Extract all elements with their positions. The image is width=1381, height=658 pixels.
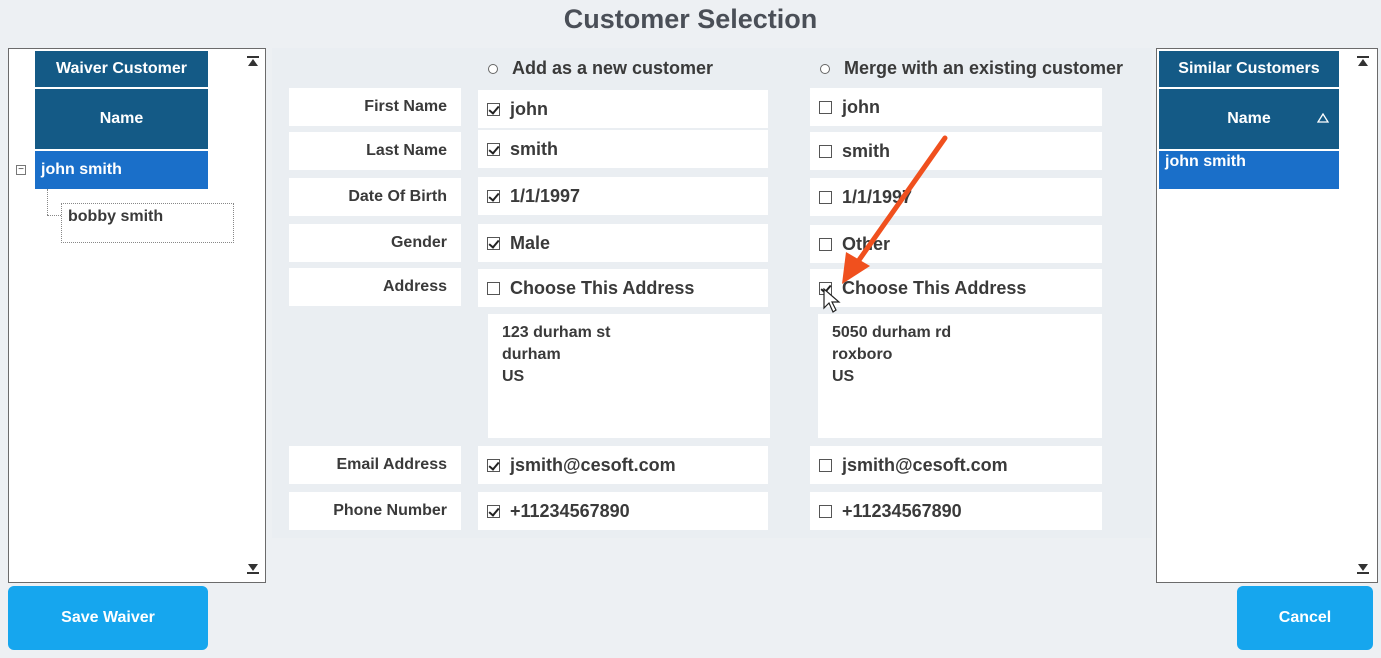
similar-name-column-header[interactable]: Name: [1159, 89, 1339, 149]
scroll-down-icon: [247, 564, 259, 574]
similar-customers-panel: Similar Customers Name john smith: [1156, 48, 1378, 583]
new-address-choose-row[interactable]: Choose This Address: [478, 269, 768, 307]
merge-existing-radio[interactable]: [820, 63, 830, 74]
existing-address-line2: roxboro: [832, 346, 893, 363]
existing-email-row[interactable]: jsmith@cesoft.com: [810, 446, 1102, 484]
email-label: Email Address: [289, 446, 461, 484]
new-first-name-value: john: [510, 98, 548, 119]
new-gender-row[interactable]: Male: [478, 224, 768, 262]
waiver-customer-child-row[interactable]: bobby smith: [61, 203, 234, 243]
new-email-checkbox[interactable]: [487, 458, 500, 472]
scroll-up-icon: [247, 56, 259, 66]
cancel-button[interactable]: Cancel: [1237, 586, 1373, 650]
merge-existing-customer-option[interactable]: Merge with an existing customer: [820, 58, 1123, 79]
new-address-line3: US: [502, 368, 525, 385]
existing-address-line3: US: [832, 368, 855, 385]
phone-label: Phone Number: [289, 492, 461, 530]
merge-form: Add as a new customer Merge with an exis…: [272, 48, 1152, 538]
add-new-customer-option[interactable]: Add as a new customer: [488, 58, 713, 79]
existing-email-value: jsmith@cesoft.com: [842, 454, 1008, 475]
new-first-name-checkbox[interactable]: [487, 102, 500, 116]
tree-connector: [47, 189, 48, 215]
tree-connector: [47, 215, 61, 216]
new-phone-checkbox[interactable]: [487, 504, 500, 518]
existing-address-line1: 5050 durham rd: [832, 324, 952, 341]
existing-email-checkbox[interactable]: [819, 458, 832, 472]
waiver-customer-row-selected[interactable]: john smith: [35, 151, 208, 189]
new-last-name-checkbox[interactable]: [487, 142, 500, 156]
existing-first-name-checkbox[interactable]: [819, 100, 832, 114]
new-email-row[interactable]: jsmith@cesoft.com: [478, 446, 768, 484]
existing-first-name-row[interactable]: john: [810, 88, 1102, 126]
save-waiver-button[interactable]: Save Waiver: [8, 586, 208, 650]
annotation-arrow-icon: [842, 135, 948, 284]
similar-customer-row-selected[interactable]: john smith: [1159, 151, 1339, 189]
first-name-label: First Name: [289, 88, 461, 126]
scroll-down-button[interactable]: [1356, 561, 1370, 575]
sort-ascending-icon: [1317, 113, 1329, 123]
existing-phone-row[interactable]: +11234567890: [810, 492, 1102, 530]
gender-label: Gender: [289, 224, 461, 262]
new-address-line2: durham: [502, 346, 561, 363]
similar-customers-header: Similar Customers: [1159, 51, 1339, 87]
waiver-customer-panel: Waiver Customer Name − john smith bobby …: [8, 48, 266, 583]
scroll-up-button[interactable]: [246, 55, 260, 69]
scroll-down-button[interactable]: [246, 561, 260, 575]
existing-first-name-value: john: [842, 96, 880, 117]
new-first-name-row[interactable]: john: [478, 90, 768, 128]
new-dob-value: 1/1/1997: [510, 185, 581, 206]
add-new-label: Add as a new customer: [512, 58, 714, 78]
new-email-value: jsmith@cesoft.com: [510, 454, 676, 475]
new-phone-row[interactable]: +11234567890: [478, 492, 768, 530]
existing-address-box: 5050 durham rd roxboro US: [818, 314, 1102, 438]
waiver-customer-header: Waiver Customer: [35, 51, 208, 87]
last-name-label: Last Name: [289, 132, 461, 170]
tree-collapse-icon[interactable]: −: [16, 165, 26, 175]
mouse-cursor-icon: [823, 288, 841, 313]
merge-existing-label: Merge with an existing customer: [844, 58, 1124, 78]
similar-name-column-label: Name: [1227, 110, 1271, 127]
new-last-name-value: smith: [510, 138, 559, 159]
scroll-up-button[interactable]: [1356, 55, 1370, 69]
new-dob-checkbox[interactable]: [487, 189, 500, 203]
scroll-up-icon: [1357, 56, 1369, 66]
scroll-down-icon: [1357, 564, 1369, 574]
page-title: Customer Selection: [563, 4, 818, 34]
new-gender-checkbox[interactable]: [487, 236, 500, 250]
new-last-name-row[interactable]: smith: [478, 130, 768, 168]
new-gender-value: Male: [510, 232, 551, 253]
address-label: Address: [289, 268, 461, 306]
existing-phone-value: +11234567890: [842, 500, 962, 521]
new-phone-value: +11234567890: [510, 500, 630, 521]
existing-phone-checkbox[interactable]: [819, 504, 832, 518]
waiver-name-column-header[interactable]: Name: [35, 89, 208, 149]
new-dob-row[interactable]: 1/1/1997: [478, 177, 768, 215]
add-new-radio[interactable]: [488, 63, 498, 74]
new-address-checkbox[interactable]: [487, 281, 500, 295]
new-address-box: 123 durham st durham US: [488, 314, 770, 438]
new-address-choose-label: Choose This Address: [510, 277, 695, 298]
new-address-line1: 123 durham st: [502, 324, 611, 341]
dob-label: Date Of Birth: [289, 178, 461, 216]
